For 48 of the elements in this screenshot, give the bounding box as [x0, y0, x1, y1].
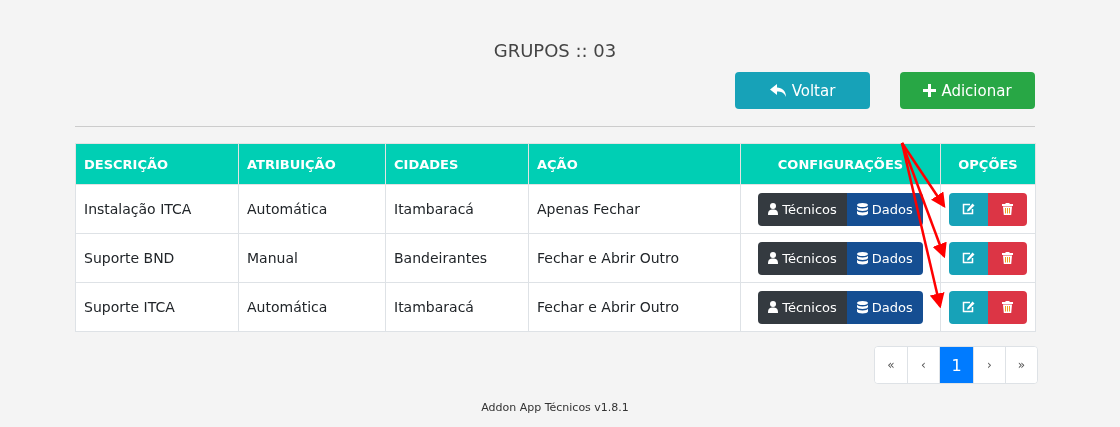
database-icon: [856, 300, 868, 314]
database-icon: [856, 251, 868, 265]
user-icon: [768, 301, 779, 313]
column-header: OPÇÕES: [940, 143, 1036, 185]
page-title: GRUPOS :: 03: [492, 40, 618, 63]
page-link[interactable]: 1: [939, 347, 973, 383]
trash-icon: [1002, 252, 1013, 264]
table-cell: Automática: [238, 184, 386, 234]
table-cell: Fechar e Abrir Outro: [528, 282, 741, 332]
technicians-button[interactable]: Técnicos: [758, 290, 847, 324]
trash-icon: [1002, 301, 1013, 313]
data-button[interactable]: Dados: [846, 290, 923, 324]
edit-button[interactable]: [949, 241, 988, 275]
technicians-button[interactable]: Técnicos: [758, 241, 847, 275]
column-header: AÇÃO: [528, 143, 741, 185]
table-cell: Manual: [238, 233, 386, 283]
user-icon: [768, 203, 779, 215]
column-header: CIDADES: [385, 143, 529, 185]
edit-icon: [962, 252, 975, 264]
table-cell: Suporte ITCA: [75, 282, 239, 332]
edit-button[interactable]: [949, 192, 988, 226]
delete-button[interactable]: [988, 192, 1027, 226]
table-cell: Suporte BND: [75, 233, 239, 283]
data-button[interactable]: Dados: [846, 192, 923, 226]
table-cell: Automática: [238, 282, 386, 332]
edit-button[interactable]: [949, 290, 988, 324]
technicians-button[interactable]: Técnicos: [758, 192, 847, 226]
table-cell: Itambaracá: [385, 184, 529, 234]
edit-icon: [962, 203, 975, 215]
table-cell: Instalação ITCA: [75, 184, 239, 234]
data-button[interactable]: Dados: [846, 241, 923, 275]
database-icon: [856, 202, 868, 216]
plus-icon: [923, 84, 937, 97]
column-header: DESCRIÇÃO: [75, 143, 239, 185]
delete-button[interactable]: [988, 290, 1027, 324]
delete-button[interactable]: [988, 241, 1027, 275]
footer-text: Addon App Técnicos v1.8.1: [480, 401, 630, 414]
reply-arrow-icon: [769, 83, 787, 98]
table-cell: Bandeirantes: [385, 233, 529, 283]
trash-icon: [1002, 203, 1013, 215]
edit-icon: [962, 301, 975, 313]
table-cell: Itambaracá: [385, 282, 529, 332]
table-cell: Fechar e Abrir Outro: [528, 233, 741, 283]
column-header: CONFIGURAÇÕES: [740, 143, 941, 185]
column-header: ATRIBUIÇÃO: [238, 143, 386, 185]
page-link[interactable]: »: [1005, 347, 1037, 383]
table-cell: Apenas Fechar: [528, 184, 741, 234]
user-icon: [768, 252, 779, 264]
